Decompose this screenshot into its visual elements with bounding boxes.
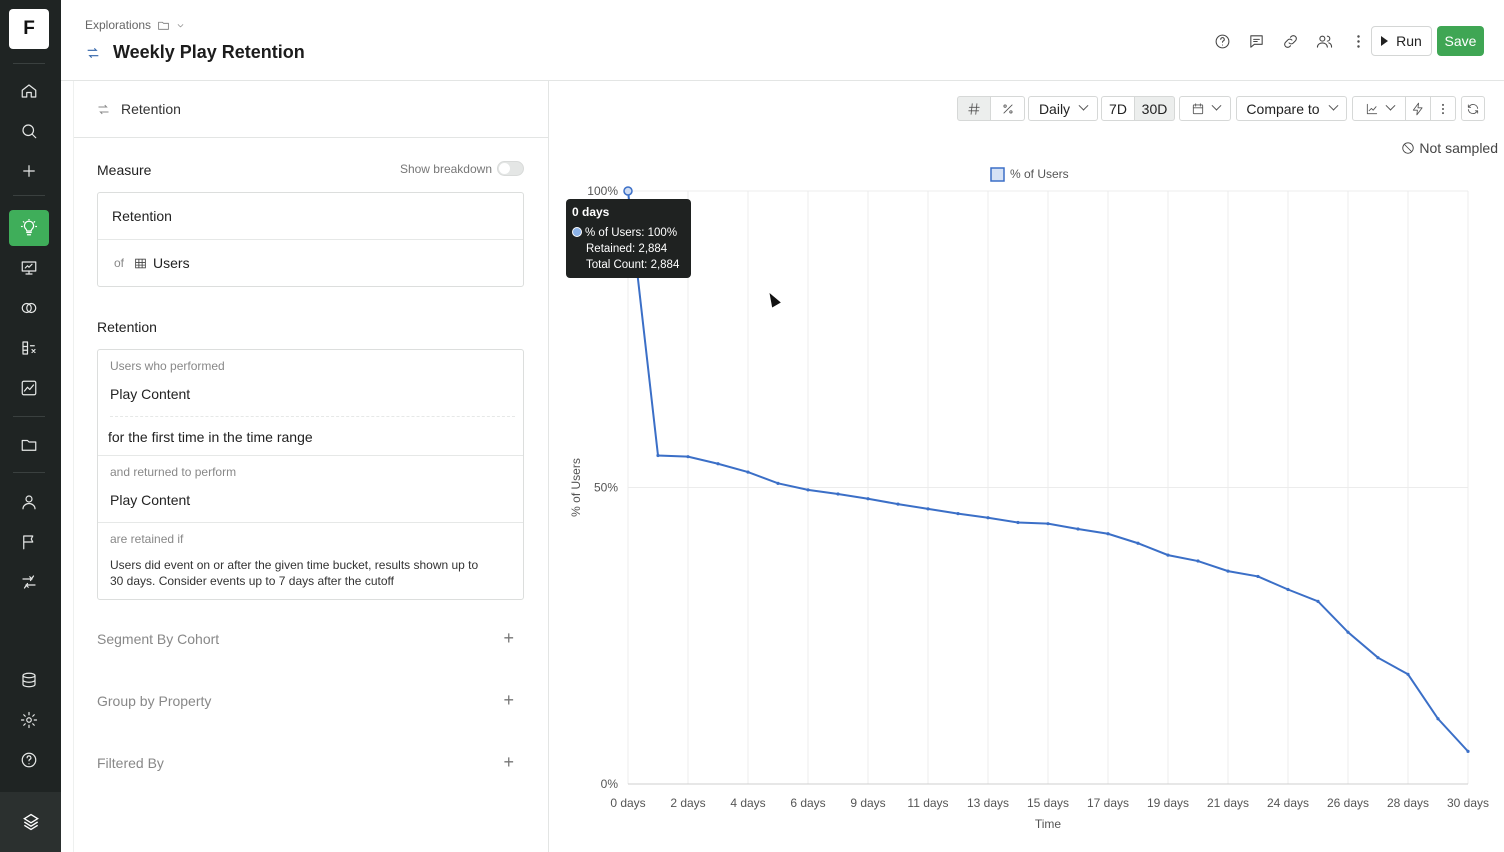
tooltip-line3: Total Count: 2,884 (586, 259, 680, 271)
data-point[interactable] (1466, 749, 1470, 753)
chart-legend[interactable]: % of Users (990, 167, 1069, 182)
x-tick-label: 15 days (1027, 796, 1069, 810)
data-point[interactable] (746, 470, 750, 474)
x-tick-label: 26 days (1327, 796, 1369, 810)
legend-swatch[interactable] (990, 167, 1005, 182)
x-axis: 0 days 2 days 4 days 6 days 9 days 11 days 13 … (610, 796, 1489, 810)
x-tick-label: 28 days (1387, 796, 1429, 810)
x-tick-label: 13 days (967, 796, 1009, 810)
data-point[interactable] (1226, 569, 1230, 573)
series-points[interactable] (623, 186, 1470, 753)
data-point[interactable] (1076, 527, 1080, 531)
y-tick-label: 50% (594, 481, 618, 495)
series-swatch (572, 227, 582, 237)
y-tick-label: 0% (601, 777, 619, 791)
x-tick-label: 11 days (907, 796, 948, 810)
data-point[interactable] (686, 455, 690, 459)
data-point[interactable] (1046, 522, 1050, 526)
x-tick-label: 21 days (1207, 796, 1249, 810)
x-tick-label: 6 days (790, 796, 825, 810)
x-tick-label: 17 days (1087, 796, 1129, 810)
tooltip-title: 0 days (572, 205, 610, 219)
chart-tooltip: 0 days % of Users: 100% Retained: 2,884 … (566, 199, 691, 278)
tooltip-line2: Retained: 2,884 (586, 243, 668, 255)
x-tick-label: 9 days (850, 796, 885, 810)
data-point[interactable] (926, 507, 930, 511)
data-point[interactable] (1256, 574, 1260, 579)
data-point[interactable] (1016, 520, 1020, 525)
retention-chart: % of Users 0% 50% 100% 0 days 2 days 4 days 6… (569, 167, 1489, 831)
data-point[interactable] (1106, 532, 1110, 536)
data-point[interactable] (896, 502, 900, 506)
chart-grid (627, 190, 1469, 785)
x-axis-label: Time (1035, 817, 1062, 831)
x-tick-label: 4 days (730, 796, 765, 810)
x-tick-label: 19 days (1147, 796, 1189, 810)
data-point[interactable] (1406, 672, 1410, 676)
x-tick-label: 0 days (610, 796, 645, 810)
data-point[interactable] (1376, 656, 1380, 660)
data-point[interactable] (956, 511, 960, 516)
data-point[interactable] (866, 497, 870, 501)
data-point[interactable] (656, 453, 660, 458)
x-tick-label: 30 days (1447, 796, 1489, 810)
data-point-highlighted[interactable] (623, 186, 633, 196)
data-point[interactable] (1346, 630, 1350, 634)
data-point[interactable] (806, 488, 810, 492)
data-point[interactable] (836, 492, 840, 496)
data-point[interactable] (1196, 559, 1200, 563)
x-tick-label: 2 days (670, 796, 705, 810)
data-point[interactable] (1316, 599, 1320, 603)
data-point[interactable] (1166, 553, 1170, 557)
tooltip-line1: % of Users: 100% (585, 227, 678, 239)
data-point[interactable] (776, 481, 780, 485)
data-point[interactable] (1286, 587, 1290, 592)
y-tick-label: 100% (587, 184, 618, 198)
legend-label[interactable]: % of Users (1010, 167, 1069, 181)
y-axis-label: % of Users (569, 458, 583, 517)
data-point[interactable] (1436, 717, 1440, 721)
data-point[interactable] (986, 516, 990, 520)
data-point[interactable] (716, 462, 720, 466)
x-tick-label: 24 days (1267, 796, 1309, 810)
data-point[interactable] (1136, 541, 1140, 545)
